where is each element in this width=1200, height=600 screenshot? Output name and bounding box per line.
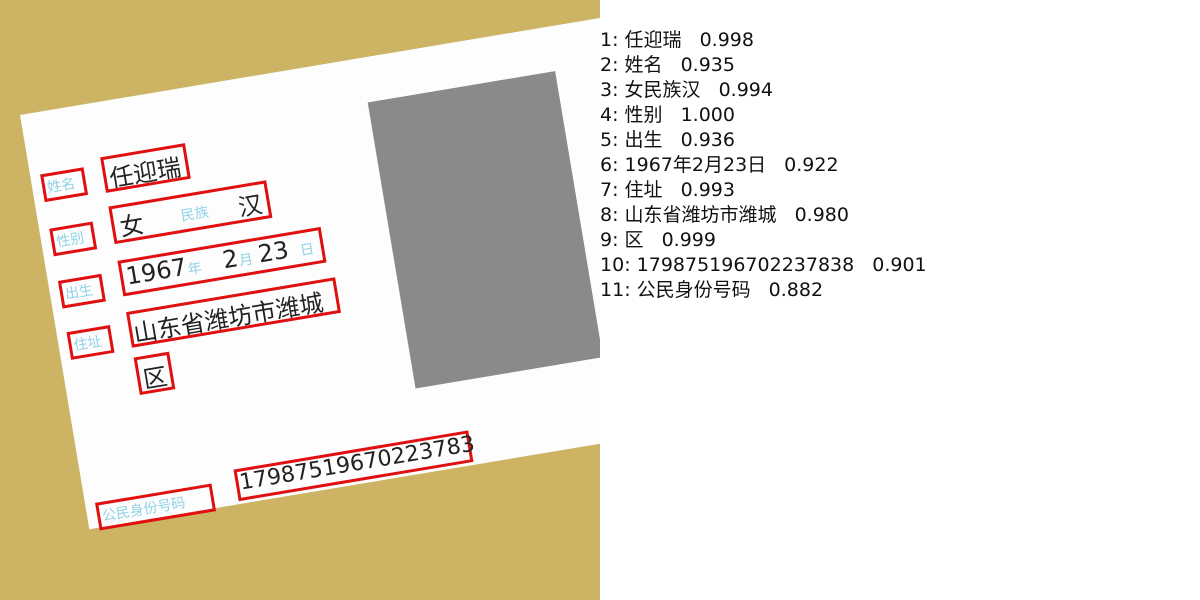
result-score: 0.999 bbox=[661, 229, 716, 251]
ocr-result-item: 11公民身份号码 0.882 bbox=[600, 278, 927, 303]
result-text: 性别 bbox=[624, 104, 663, 126]
result-index: 7 bbox=[600, 179, 625, 201]
ocr-result-item: 3女民族汉 0.994 bbox=[600, 78, 927, 103]
ocr-results-panel: 1任迎瑞 0.998 2姓名 0.935 3女民族汉 0.994 4性别 1.000 5… bbox=[600, 0, 1200, 600]
result-text: 山东省潍坊市潍城 bbox=[624, 204, 777, 226]
id-card: 姓名 任迎瑞 性别 女 民族 汉 出生 1967 年 2 月 23 日 住址 山… bbox=[20, 15, 600, 531]
ocr-result-item: 61967年2月23日 0.922 bbox=[600, 153, 927, 178]
result-index: 1 bbox=[600, 29, 625, 51]
ocr-result-item: 9区 0.999 bbox=[600, 228, 927, 253]
ocr-result-item: 5出生 0.936 bbox=[600, 128, 927, 153]
result-index: 4 bbox=[600, 104, 625, 126]
result-score: 0.901 bbox=[872, 254, 927, 276]
result-text: 姓名 bbox=[624, 54, 663, 76]
result-score: 0.936 bbox=[680, 129, 735, 151]
ocr-result-item: 1任迎瑞 0.998 bbox=[600, 28, 927, 53]
result-text: 女民族汉 bbox=[624, 79, 701, 101]
ocr-result-item: 2姓名 0.935 bbox=[600, 53, 927, 78]
result-text: 17987519670223783​8 bbox=[636, 254, 855, 276]
id-photo-placeholder bbox=[367, 71, 600, 389]
ocr-result-item: 7住址 0.993 bbox=[600, 178, 927, 203]
result-text: 区 bbox=[624, 229, 644, 251]
result-index: 2 bbox=[600, 54, 625, 76]
ocr-result-item: 8山东省潍坊市潍城 0.980 bbox=[600, 203, 927, 228]
birth-day: 23 bbox=[255, 235, 291, 269]
ocr-result-item: 4性别 1.000 bbox=[600, 103, 927, 128]
result-index: 3 bbox=[600, 79, 625, 101]
result-text: 公民身份号码 bbox=[636, 279, 751, 301]
result-score: 0.993 bbox=[680, 179, 735, 201]
ocr-result-item: 1017987519670223783​8 0.901 bbox=[600, 253, 927, 278]
ocr-results-list: 1任迎瑞 0.998 2姓名 0.935 3女民族汉 0.994 4性别 1.000 5… bbox=[600, 28, 927, 303]
result-index: 5 bbox=[600, 129, 625, 151]
result-index: 10 bbox=[600, 254, 637, 276]
id-card-image-panel: 姓名 任迎瑞 性别 女 民族 汉 出生 1967 年 2 月 23 日 住址 山… bbox=[0, 0, 600, 600]
result-score: 0.882 bbox=[768, 279, 824, 301]
result-index: 9 bbox=[600, 229, 625, 251]
result-score: 0.994 bbox=[718, 79, 773, 101]
result-index: 6 bbox=[600, 154, 625, 176]
result-text: 住址 bbox=[624, 179, 663, 201]
result-index: 8 bbox=[600, 204, 625, 226]
result-score: 0.922 bbox=[784, 154, 839, 176]
result-score: 1.000 bbox=[680, 104, 735, 126]
result-index: 11 bbox=[600, 279, 637, 301]
address-line1: 山东省潍坊市潍城 bbox=[131, 288, 326, 349]
result-score: 0.998 bbox=[699, 29, 754, 51]
result-text: 任迎瑞 bbox=[624, 29, 682, 51]
result-score: 0.980 bbox=[794, 204, 849, 226]
result-text: 1967年2月23日 bbox=[624, 154, 767, 176]
result-text: 出生 bbox=[624, 129, 663, 151]
result-score: 0.935 bbox=[680, 54, 735, 76]
